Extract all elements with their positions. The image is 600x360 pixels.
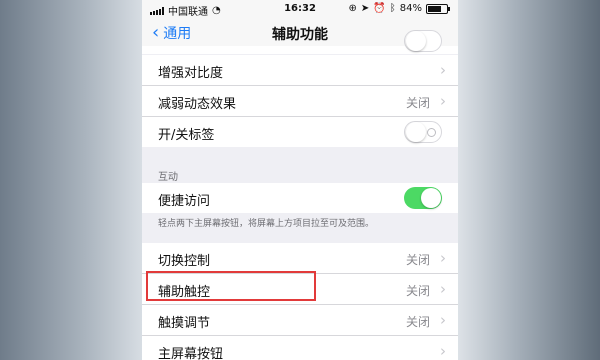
item-value: 关闭 [405, 253, 430, 267]
item-value: 关闭 [405, 315, 430, 329]
chevron-right-icon: › [440, 311, 446, 329]
list-item-partial[interactable] [142, 30, 458, 54]
chevron-right-icon: › [440, 61, 446, 79]
list-item-reduce-motion[interactable]: 减弱动态效果 关闭 › [142, 86, 458, 117]
item-label: 切换控制 [158, 254, 211, 269]
chevron-right-icon: › [440, 92, 446, 110]
list-item-increase-contrast[interactable]: 增强对比度 › [142, 55, 458, 86]
list-item-on-off-labels[interactable]: 开/关标签 [142, 117, 458, 147]
item-label: 主屏幕按钮 [158, 347, 224, 360]
highlight-annotation-box [146, 271, 316, 301]
reachability-toggle[interactable] [404, 187, 442, 209]
list-item-home-button[interactable]: 主屏幕按钮 › [142, 336, 458, 360]
section-footer-interaction: 轻点两下主屏幕按钮，将屏幕上方项目拉至可及范围。 [158, 219, 375, 229]
background-left [0, 0, 142, 360]
location-icon: ➤ [360, 3, 370, 14]
item-value: 关闭 [405, 96, 430, 110]
list-item-touch-accommodations[interactable]: 触摸调节 关闭 › [142, 305, 458, 336]
item-value: 关闭 [405, 284, 430, 298]
item-label: 增强对比度 [158, 66, 224, 81]
settings-group-top-partial [142, 30, 458, 54]
chevron-right-icon: › [440, 280, 446, 298]
battery-icon [426, 3, 450, 14]
phone-screen: 中国联通 ◔ 16:32 ⊕ ➤ ⏰ ᛒ 84% ‹ 通用 辅助功能 增强对比度 [142, 0, 458, 360]
item-label: 便捷访问 [158, 194, 211, 209]
list-item-switch-control[interactable]: 切换控制 关闭 › [142, 243, 458, 274]
section-header-interaction: 互动 [158, 172, 178, 183]
toggle-switch-partial[interactable] [404, 30, 442, 52]
battery-percent: 84% [399, 3, 422, 14]
item-label: 减弱动态效果 [158, 97, 237, 112]
chevron-right-icon: › [440, 249, 446, 267]
toggle-knob [406, 122, 426, 142]
settings-group-interaction: 便捷访问 [142, 183, 458, 213]
chevron-right-icon: › [440, 342, 446, 360]
item-label: 开/关标签 [158, 128, 215, 143]
toggle-off-indicator-icon [427, 128, 436, 137]
toggle-knob [421, 188, 441, 208]
bluetooth-icon: ᛒ [389, 3, 396, 14]
on-off-labels-toggle[interactable] [404, 121, 442, 143]
status-bar: 中国联通 ◔ 16:32 ⊕ ➤ ⏰ ᛒ 84% [142, 0, 458, 18]
alarm-icon: ⏰ [373, 3, 386, 14]
background-right [458, 0, 600, 360]
orientation-lock-icon: ⊕ [348, 3, 357, 14]
settings-group-display: 增强对比度 › 减弱动态效果 关闭 › 开/关标签 [142, 55, 458, 147]
item-label: 触摸调节 [158, 316, 211, 331]
settings-group-controls: 切换控制 关闭 › 辅助触控 关闭 › 触摸调节 关闭 › 主屏幕按钮 › [142, 243, 458, 360]
list-item-reachability[interactable]: 便捷访问 [142, 183, 458, 213]
